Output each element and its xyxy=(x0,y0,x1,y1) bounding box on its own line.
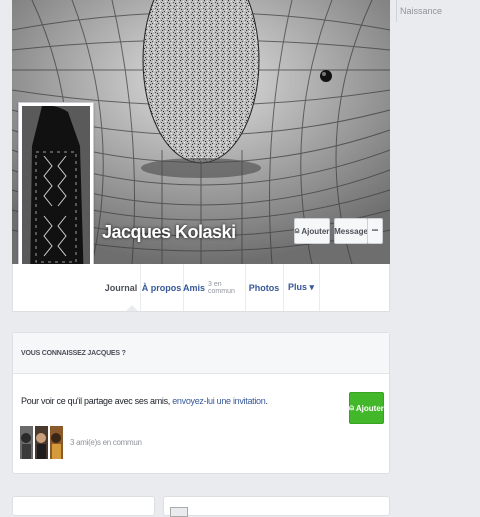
tab-about[interactable]: À propos xyxy=(140,264,184,311)
birth-label: Naissance xyxy=(400,6,443,16)
card-heading: VOUS CONNAISSEZ JACQUES ? xyxy=(13,333,389,374)
avatar xyxy=(22,106,90,286)
avatar-figure xyxy=(22,106,90,286)
profile-name[interactable]: Jacques Kolaski xyxy=(102,222,236,243)
profile-picture[interactable] xyxy=(18,102,94,290)
more-icon: ••• xyxy=(371,228,379,234)
add-friend-icon: ⍝ xyxy=(294,226,300,235)
add-friend-label: Ajouter xyxy=(301,226,330,236)
post-box xyxy=(163,496,390,517)
invite-text: Pour voir ce qu'il partage avec ses amis… xyxy=(21,396,268,406)
mutual-friends-count[interactable]: 3 ami(e)s en commun xyxy=(70,438,142,447)
friend-avatar[interactable] xyxy=(50,425,63,459)
friend-avatar[interactable] xyxy=(20,425,33,459)
card-heading-text: VOUS CONNAISSEZ JACQUES ? xyxy=(21,349,126,357)
mutual-friends-row: 3 ami(e)s en commun xyxy=(20,425,142,459)
intro-box xyxy=(12,496,155,516)
invite-text-after: . xyxy=(265,396,268,406)
tab-friends[interactable]: Amis 3 en commun xyxy=(183,264,246,311)
add-friend-green-label: Ajouter xyxy=(355,403,384,413)
mutual-count: 3 en commun xyxy=(208,280,235,295)
divider xyxy=(396,0,397,22)
tab-photos[interactable]: Photos xyxy=(245,264,284,311)
add-friend-green-button[interactable]: ⍝ Ajouter xyxy=(349,392,384,424)
friend-avatar[interactable] xyxy=(35,425,48,459)
tab-journal[interactable]: Journal xyxy=(102,264,141,311)
tab-label: À propos xyxy=(141,282,182,293)
post-icon xyxy=(170,507,188,517)
more-options-button[interactable]: ••• xyxy=(367,218,383,244)
know-person-card: VOUS CONNAISSEZ JACQUES ? Pour voir ce q… xyxy=(12,332,390,474)
message-label: Message xyxy=(334,226,368,236)
invite-link[interactable]: envoyez-lui une invitation xyxy=(172,396,266,406)
invite-text-before: Pour voir ce qu'il partage avec ses amis… xyxy=(21,396,173,406)
tab-more[interactable]: Plus ▾ xyxy=(283,264,320,311)
active-tab-caret xyxy=(126,305,138,311)
right-column: Naissance xyxy=(396,0,480,510)
tab-label: Photos xyxy=(248,282,280,293)
tab-label: Plus ▾ xyxy=(287,282,315,292)
profile-nav: Journal À propos Amis 3 en commun Photos… xyxy=(12,264,390,312)
add-friend-icon: ⍝ xyxy=(349,403,354,412)
tab-label: Journal xyxy=(104,282,138,293)
add-friend-button[interactable]: ⍝ Ajouter xyxy=(294,218,330,244)
message-button[interactable]: Message xyxy=(334,218,368,244)
tab-label: Amis xyxy=(183,282,206,293)
